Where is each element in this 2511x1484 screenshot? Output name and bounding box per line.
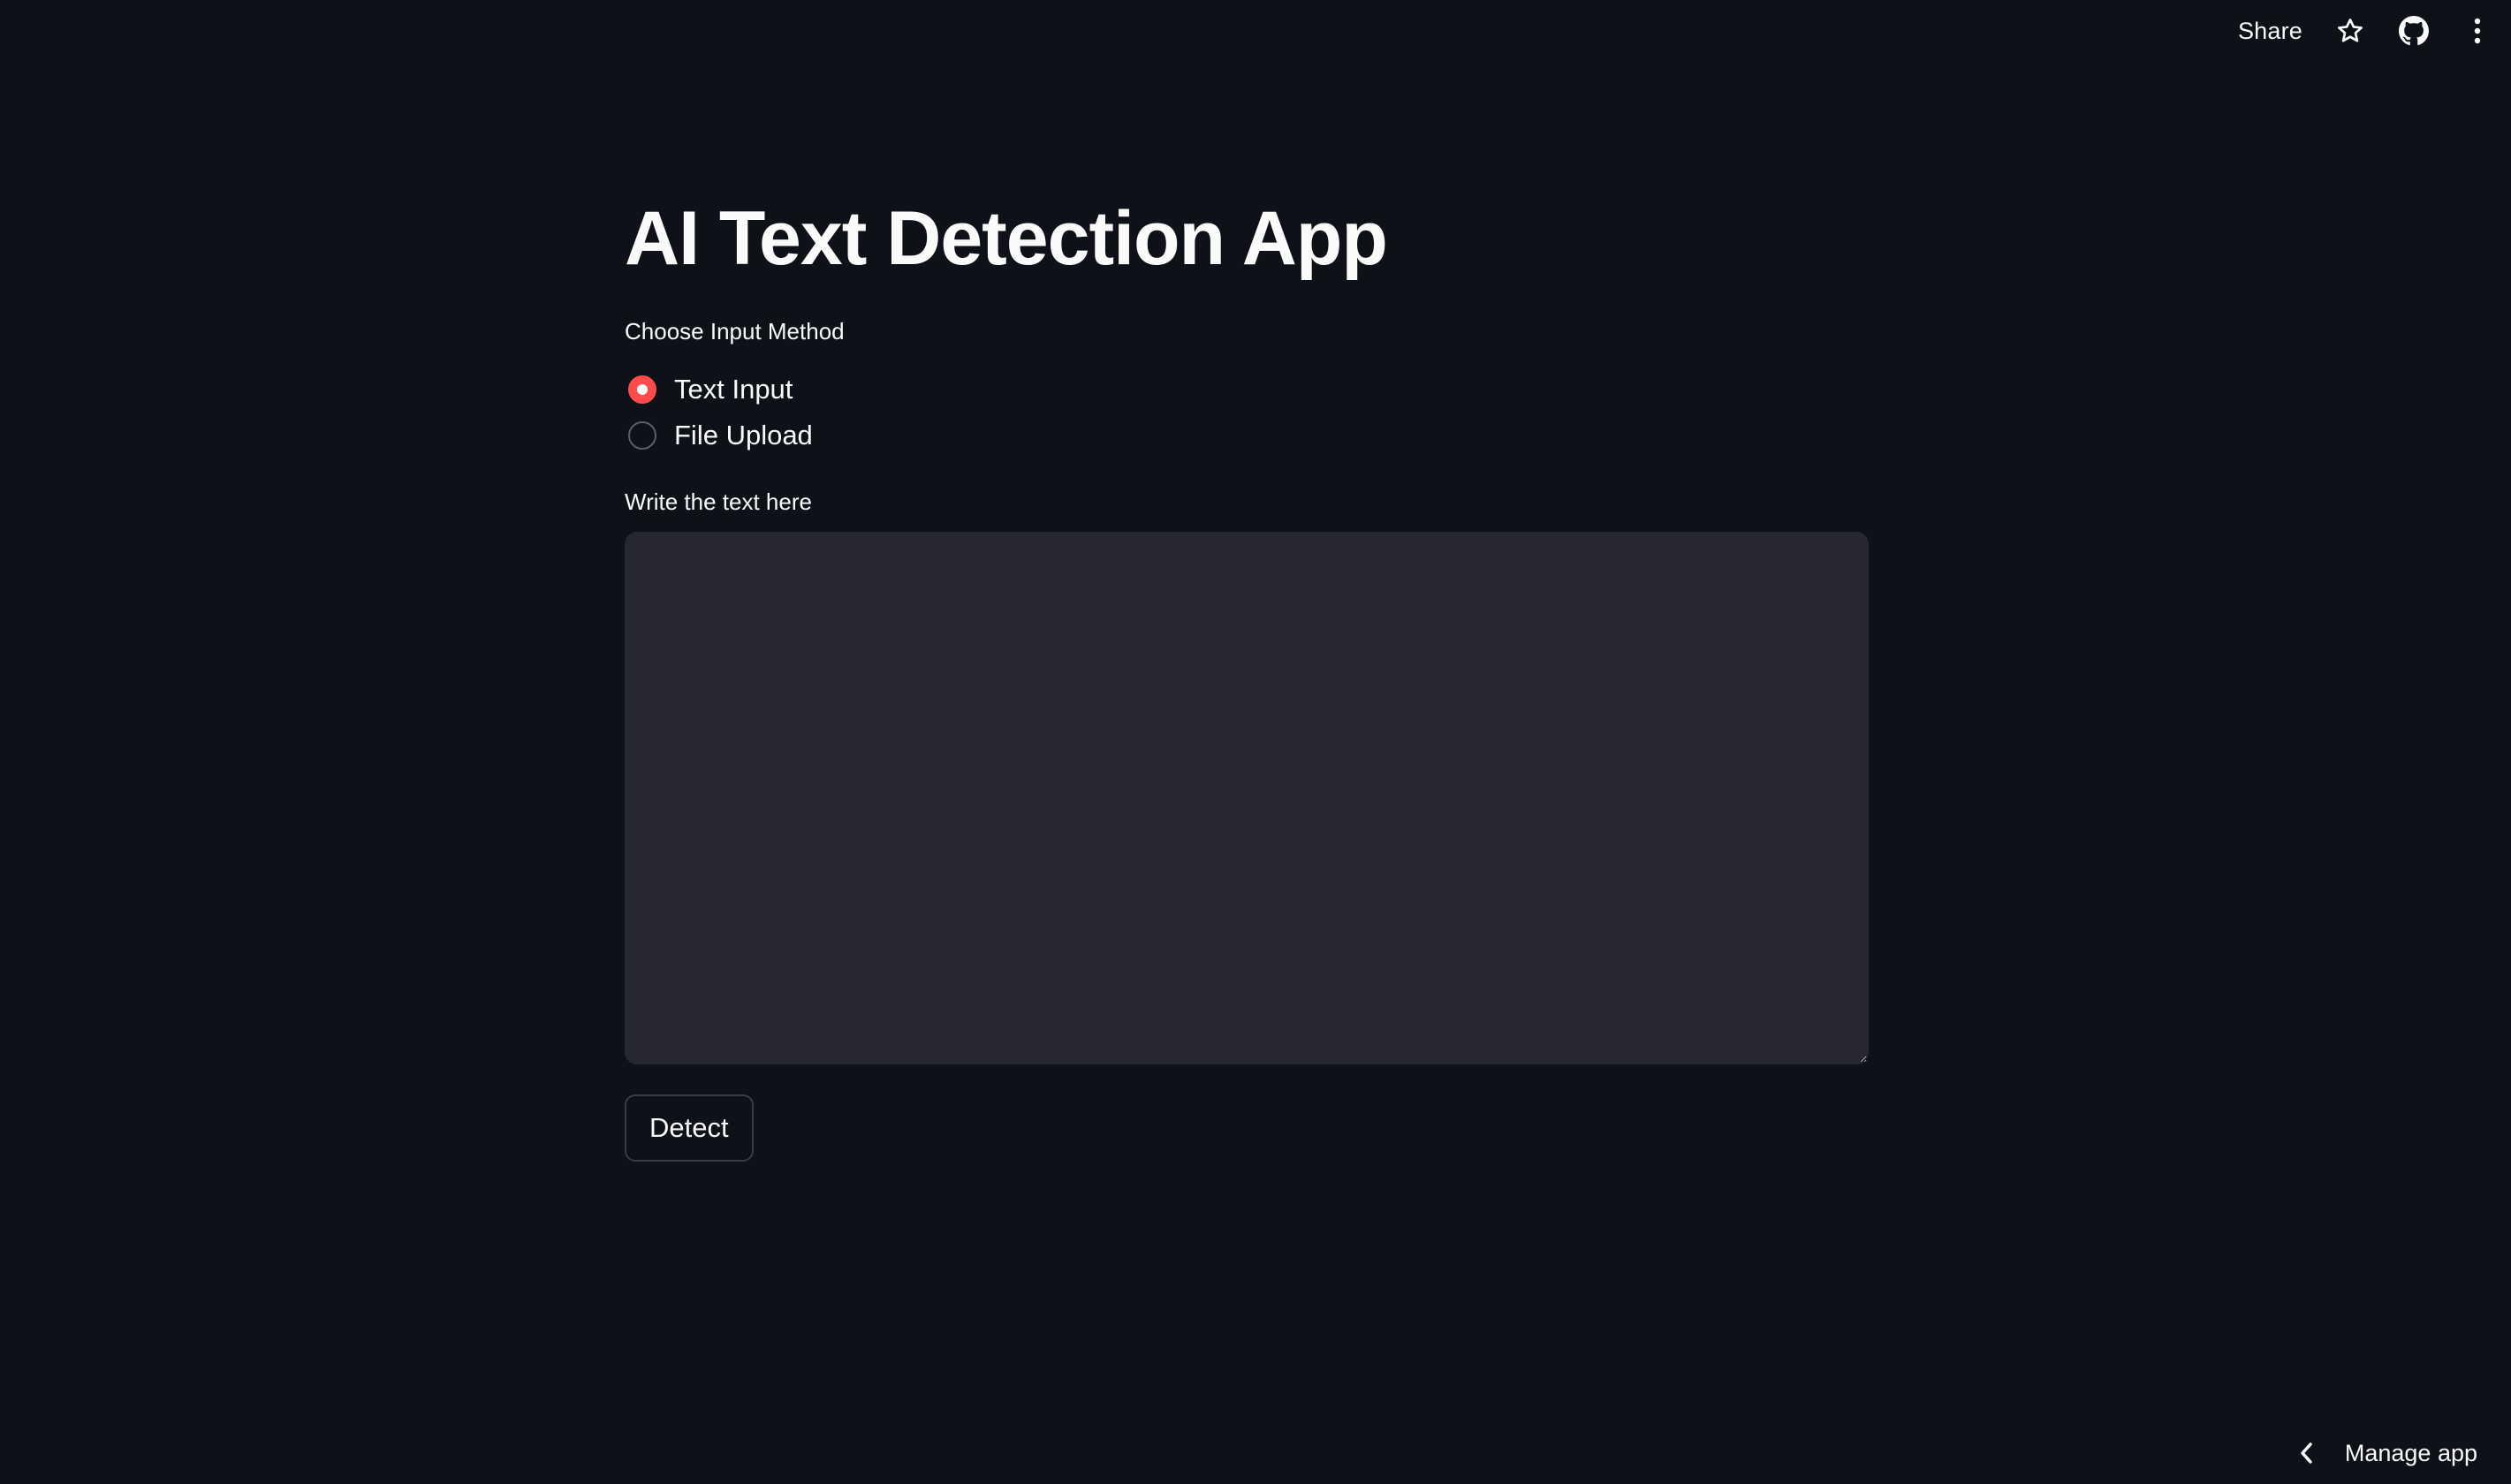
radio-option-file-upload[interactable]: File Upload [628,413,813,458]
github-icon[interactable] [2398,15,2430,47]
input-method-label: Choose Input Method [625,318,845,344]
input-method-radio-group: Text Input File Upload [628,367,813,458]
manage-app-button[interactable]: Manage app [2299,1422,2477,1484]
radio-option-label: File Upload [674,420,813,450]
radio-button[interactable] [628,421,656,450]
radio-option-text-input[interactable]: Text Input [628,367,813,413]
header-toolbar: Share [2238,0,2511,62]
page-title: AI Text Detection App [625,196,1388,281]
radio-dot [637,384,648,395]
star-icon[interactable] [2334,15,2366,47]
radio-button-selected[interactable] [628,375,656,404]
share-button[interactable]: Share [2238,18,2302,45]
textarea-label: Write the text here [625,488,812,515]
detect-button[interactable]: Detect [625,1094,754,1162]
manage-app-label: Manage app [2344,1439,2477,1466]
radio-option-label: Text Input [674,374,793,405]
text-input-area[interactable] [625,532,1869,1064]
app-root: Share AI Text Detection App Choose Input… [0,0,2511,1484]
more-vertical-icon[interactable] [2462,15,2493,47]
chevron-left-icon [2299,1441,2315,1465]
